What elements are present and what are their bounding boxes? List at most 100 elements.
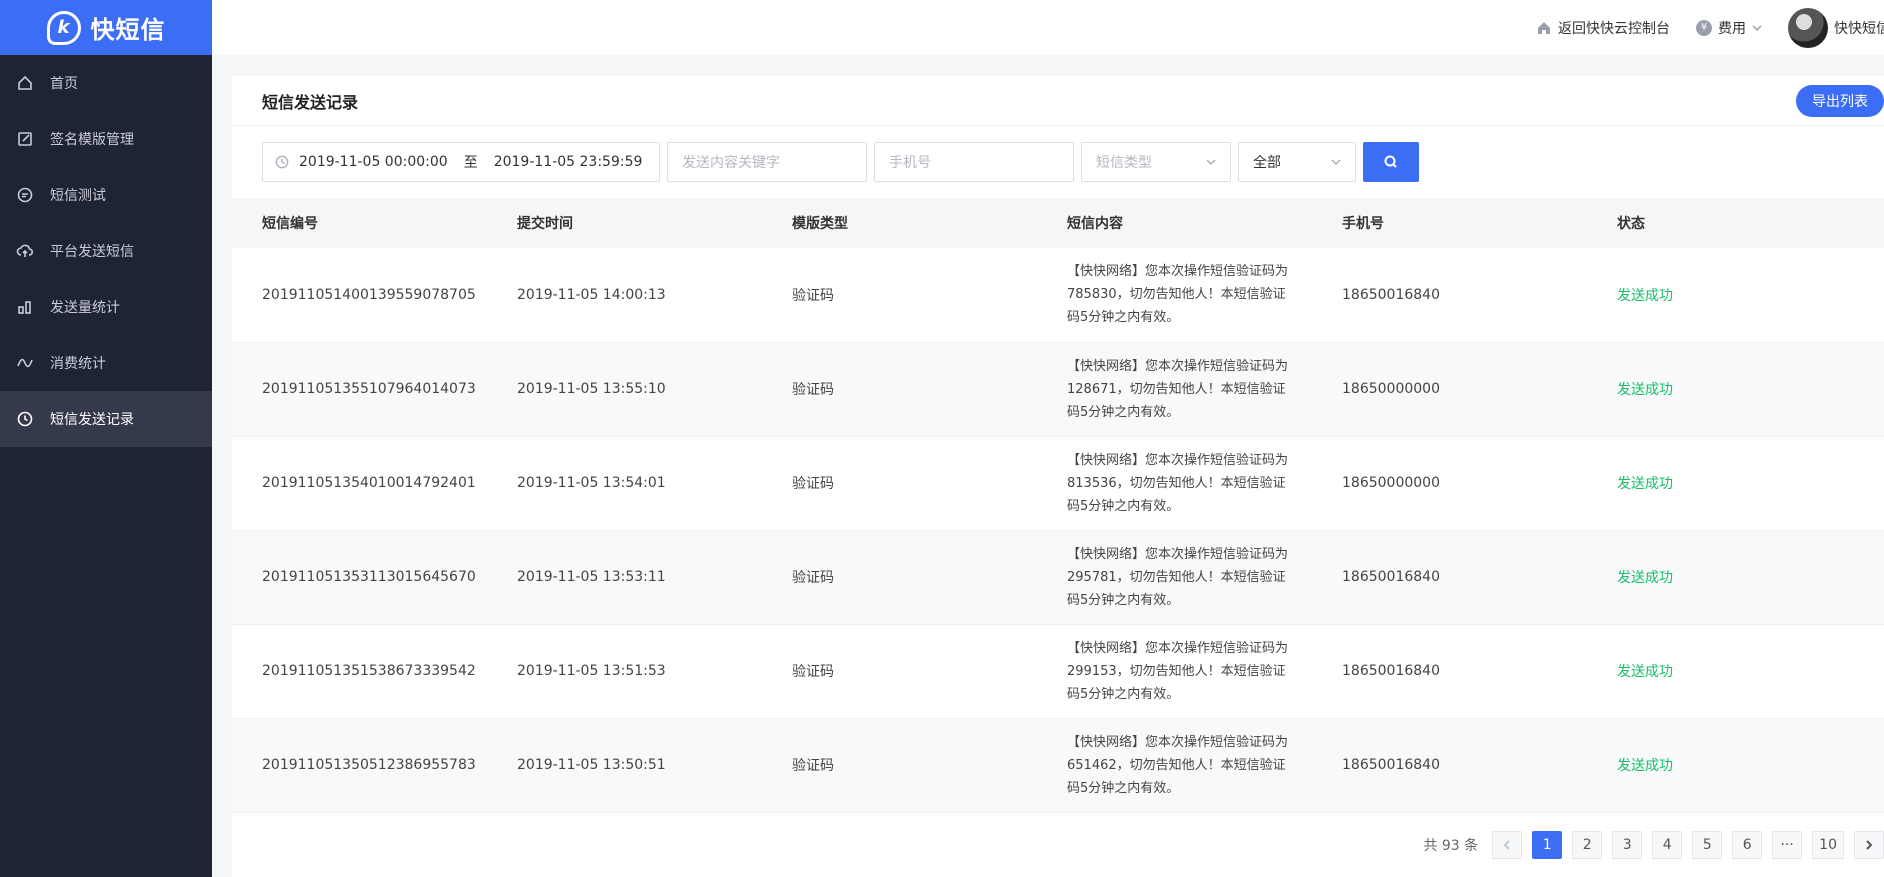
status-select[interactable]: 全部: [1238, 142, 1356, 182]
phone-input[interactable]: 手机号: [874, 142, 1074, 182]
date-start: 2019-11-05 00:00:00: [299, 154, 448, 170]
back-link-label: 返回快快云控制台: [1558, 20, 1670, 37]
sms-type-select[interactable]: 短信类型: [1081, 142, 1231, 182]
user-menu[interactable]: 快快短信: [1788, 7, 1884, 48]
table-header-row: 短信编号 提交时间 模版类型 短信内容 手机号 状态: [232, 198, 1884, 248]
page-button[interactable]: 4: [1652, 831, 1683, 859]
pagination: 共 93 条 1 2 3 4 5 6 ··· 10: [1423, 831, 1884, 859]
logo[interactable]: k 快短信: [0, 0, 212, 55]
page-button[interactable]: 6: [1732, 831, 1763, 859]
status-cell: 发送成功: [1587, 342, 1884, 437]
main-card: 短信发送记录 导出列表 2019-11-05 00:00:00 至 2019-1…: [232, 76, 1884, 877]
page-ellipsis[interactable]: ···: [1772, 831, 1803, 859]
status-cell: 发送成功: [1587, 530, 1884, 625]
sidebar-item-2[interactable]: 短信测试: [0, 167, 212, 223]
sms-id-cell: 201911051355107964014073: [232, 342, 487, 437]
page-button[interactable]: 5: [1692, 831, 1723, 859]
bar-chart-icon: [16, 298, 34, 316]
records-table: 短信编号 提交时间 模版类型 短信内容 手机号 状态 201911051400139559…: [232, 198, 1884, 813]
submit-time-cell: 2019-11-05 13:50:51: [487, 718, 762, 813]
phone-placeholder: 手机号: [889, 155, 931, 171]
column-header: 手机号: [1342, 216, 1384, 232]
sms-id-cell: 201911051400139559078705: [232, 248, 487, 343]
keyword-input[interactable]: 发送内容关键字: [667, 142, 867, 182]
table-body: 201911051400139559078705 2019-11-05 14:00…: [232, 248, 1884, 813]
chevron-down-icon: [1331, 159, 1341, 165]
phone-cell: 18650016840: [1312, 248, 1587, 343]
sidebar-nav: 首页签名模版管理 短信测试平台发送短信 发送量统计消费统计短信发送记录: [0, 55, 212, 447]
username: 快快短信: [1834, 20, 1884, 37]
sidebar-item-label: 短信测试: [50, 188, 106, 204]
sidebar-item-label: 发送量统计: [50, 300, 120, 316]
phone-cell: 18650016840: [1312, 530, 1587, 625]
date-separator: 至: [463, 155, 478, 171]
chevron-left-icon: [1503, 840, 1510, 850]
sidebar-item-label: 短信发送记录: [50, 412, 134, 428]
next-page-button[interactable]: [1854, 831, 1884, 859]
template-type-cell: 验证码: [762, 342, 1037, 437]
sidebar-item-1[interactable]: 签名模版管理: [0, 111, 212, 167]
date-range-picker[interactable]: 2019-11-05 00:00:00 至 2019-11-05 23:59:5…: [262, 142, 660, 182]
sidebar-item-4[interactable]: 发送量统计: [0, 279, 212, 335]
sms-content-cell: 【快快网络】您本次操作短信验证码为651462，切勿告知他人！本短信验证码5分钟…: [1037, 718, 1312, 813]
chevron-down-icon: [1206, 159, 1216, 165]
sms-content-cell: 【快快网络】您本次操作短信验证码为813536，切勿告知他人！本短信验证码5分钟…: [1037, 436, 1312, 531]
sidebar-item-label: 平台发送短信: [50, 244, 134, 260]
template-type-cell: 验证码: [762, 530, 1037, 625]
sms-content-cell: 【快快网络】您本次操作短信验证码为128671，切勿告知他人！本短信验证码5分钟…: [1037, 342, 1312, 437]
avatar[interactable]: [1788, 7, 1828, 48]
edit-icon: [16, 130, 34, 148]
column-header: 模版类型: [792, 216, 848, 232]
table-row[interactable]: 201911051351538673339542 2019-11-05 13:51…: [232, 624, 1884, 719]
status-cell: 发送成功: [1587, 436, 1884, 531]
status-select-value: 全部: [1253, 155, 1281, 171]
search-icon: [1384, 155, 1397, 168]
table-row[interactable]: 201911051353113015645670 2019-11-05 13:53…: [232, 530, 1884, 625]
clock-icon: [16, 410, 34, 428]
sidebar-item-0[interactable]: 首页: [0, 55, 212, 111]
phone-cell: 18650000000: [1312, 436, 1587, 531]
export-list-button[interactable]: 导出列表: [1796, 84, 1884, 117]
template-type-cell: 验证码: [762, 248, 1037, 343]
page-title: 短信发送记录: [262, 92, 359, 112]
column-header: 提交时间: [517, 216, 573, 232]
sms-id-cell: 201911051350512386955783: [232, 718, 487, 813]
sidebar-item-6[interactable]: 短信发送记录: [0, 391, 212, 447]
search-button[interactable]: [1363, 142, 1419, 182]
sms-id-cell: 201911051351538673339542: [232, 624, 487, 719]
sidebar-item-5[interactable]: 消费统计: [0, 335, 212, 391]
sidebar-item-label: 签名模版管理: [50, 132, 134, 148]
table-row[interactable]: 201911051354010014792401 2019-11-05 13:54…: [232, 436, 1884, 531]
sidebar-item-3[interactable]: 平台发送短信: [0, 223, 212, 279]
card-header: 短信发送记录 导出列表: [232, 76, 1884, 126]
page-button[interactable]: 1: [1532, 831, 1563, 859]
table-row[interactable]: 201911051355107964014073 2019-11-05 13:55…: [232, 342, 1884, 437]
home-icon: [16, 74, 34, 92]
phone-cell: 18650016840: [1312, 718, 1587, 813]
template-type-cell: 验证码: [762, 624, 1037, 719]
prev-page-button[interactable]: [1492, 831, 1523, 859]
status-cell: 发送成功: [1587, 624, 1884, 719]
column-header: 状态: [1617, 216, 1645, 232]
submit-time-cell: 2019-11-05 14:00:13: [487, 248, 762, 343]
page-button[interactable]: 2: [1572, 831, 1603, 859]
date-end: 2019-11-05 23:59:59: [493, 154, 643, 170]
cloud-upload-icon: [16, 242, 34, 260]
submit-time-cell: 2019-11-05 13:53:11: [487, 530, 762, 625]
page-button[interactable]: 10: [1812, 831, 1844, 859]
table-row[interactable]: 201911051350512386955783 2019-11-05 13:50…: [232, 718, 1884, 813]
phone-cell: 18650016840: [1312, 624, 1587, 719]
brand-name: 快短信: [90, 16, 166, 44]
topbar: 返回快快云控制台 ¥ 费用 快快短信: [212, 0, 1884, 55]
page-button[interactable]: 3: [1612, 831, 1643, 859]
submit-time-cell: 2019-11-05 13:51:53: [487, 624, 762, 719]
sms-type-placeholder: 短信类型: [1096, 155, 1152, 171]
fee-menu[interactable]: ¥ 费用: [1696, 18, 1762, 38]
message-icon: [16, 186, 34, 204]
sms-content-cell: 【快快网络】您本次操作短信验证码为785830，切勿告知他人！本短信验证码5分钟…: [1037, 248, 1312, 343]
back-to-console-link[interactable]: 返回快快云控制台: [1536, 18, 1670, 38]
total-count: 共 93 条: [1423, 838, 1479, 854]
status-cell: 发送成功: [1587, 718, 1884, 813]
table-row[interactable]: 201911051400139559078705 2019-11-05 14:00…: [232, 248, 1884, 343]
sidebar-item-label: 首页: [50, 76, 78, 92]
